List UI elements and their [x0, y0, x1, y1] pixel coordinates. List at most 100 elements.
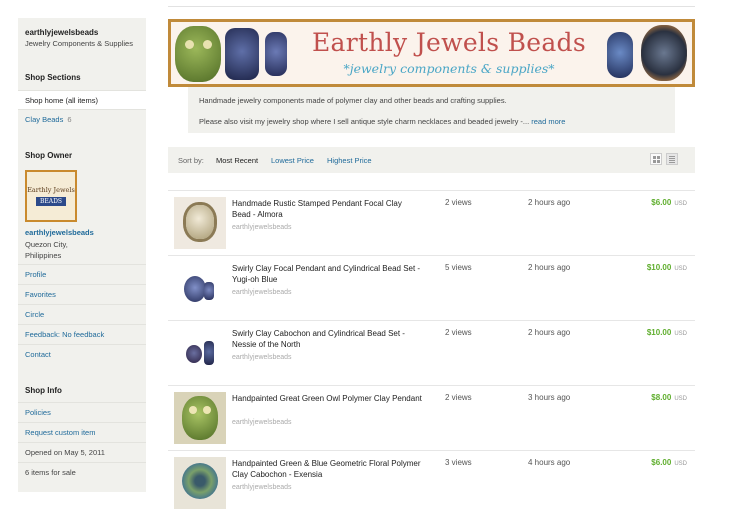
section-shop-home[interactable]: Shop home (all items): [18, 90, 146, 109]
listing-shop: earthlyjewelsbeads: [232, 354, 292, 361]
sort-lowest-price[interactable]: Lowest Price: [271, 156, 314, 165]
price-value: $8.00: [651, 393, 672, 402]
list-view-icon[interactable]: [666, 153, 678, 165]
listing-shop: earthlyjewelsbeads: [232, 484, 292, 491]
listing-time: 2 hours ago: [528, 198, 571, 207]
listing-title[interactable]: Swirly Clay Cabochon and Cylindrical Bea…: [232, 328, 422, 350]
sidebar-item-circle[interactable]: Circle: [18, 304, 146, 323]
price-currency: USD: [674, 396, 687, 402]
listing-thumbnail[interactable]: [174, 327, 226, 379]
feedback-link[interactable]: Feedback: No feedback: [25, 330, 104, 339]
listing-title[interactable]: Handpainted Great Green Owl Polymer Clay…: [232, 393, 422, 404]
listing-shop: earthlyjewelsbeads: [232, 289, 292, 296]
sidebar-item-policies[interactable]: Policies: [18, 402, 146, 421]
opened-text: Opened on May 5, 2011: [25, 448, 105, 457]
banner-inner: Earthly Jewels Beads *jewelry components…: [171, 22, 692, 84]
listing-thumbnail[interactable]: [174, 457, 226, 509]
listing-row[interactable]: Handmade Rustic Stamped Pendant Focal Cl…: [168, 190, 695, 256]
listing-views: 2 views: [445, 198, 472, 207]
avatar-text-top: Earthly Jewels: [27, 185, 75, 194]
price-value: $10.00: [646, 328, 672, 337]
sort-bar: Sort by: Most Recent Lowest Price Highes…: [168, 147, 695, 173]
listing-row[interactable]: Swirly Clay Cabochon and Cylindrical Bea…: [168, 320, 695, 386]
listing-time: 2 hours ago: [528, 263, 571, 272]
items-for-sale: 6 items for sale: [18, 462, 146, 481]
shop-name: earthlyjewelsbeads: [25, 28, 99, 37]
listing-row[interactable]: Swirly Clay Focal Pendant and Cylindrica…: [168, 255, 695, 321]
listing-shop: earthlyjewelsbeads: [232, 224, 292, 231]
shop-sections-title: Shop Sections: [25, 73, 81, 82]
listing-price: $6.00 USD: [651, 198, 687, 207]
listing-price: $8.00 USD: [651, 393, 687, 402]
price-currency: USD: [674, 201, 687, 207]
listing-row[interactable]: Handpainted Great Green Owl Polymer Clay…: [168, 385, 695, 451]
section-label[interactable]: Clay Beads: [25, 115, 63, 124]
listing-price: $6.00 USD: [651, 458, 687, 467]
opened-date: Opened on May 5, 2011: [18, 442, 146, 461]
announcement-line-2: Please also visit my jewelry shop where …: [199, 117, 565, 126]
cabochon-ring-image: [641, 25, 687, 81]
listing-time: 2 hours ago: [528, 328, 571, 337]
shop-description: Jewelry Components & Supplies: [25, 39, 133, 48]
policies-link[interactable]: Policies: [25, 408, 51, 417]
favorites-link[interactable]: Favorites: [25, 290, 56, 299]
listing-thumbnail[interactable]: [174, 262, 226, 314]
read-more-link[interactable]: read more: [531, 117, 565, 126]
request-custom-link[interactable]: Request custom item: [25, 428, 95, 437]
owl-bead-image: [175, 26, 221, 82]
listing-views: 3 views: [445, 458, 472, 467]
sidebar-item-favorites[interactable]: Favorites: [18, 284, 146, 303]
sort-most-recent[interactable]: Most Recent: [216, 156, 258, 165]
sidebar: earthlyjewelsbeads Jewelry Components & …: [18, 18, 146, 492]
sidebar-item-feedback[interactable]: Feedback: No feedback: [18, 324, 146, 343]
owner-location: Quezon City, Philippines: [25, 240, 68, 260]
items-for-sale-text: 6 items for sale: [25, 468, 76, 477]
listing-title[interactable]: Swirly Clay Focal Pendant and Cylindrica…: [232, 263, 422, 285]
listing-price: $10.00 USD: [647, 328, 687, 337]
shop-header: earthlyjewelsbeads Jewelry Components & …: [18, 18, 146, 48]
blue-pendant-image: [225, 28, 259, 80]
section-clay-beads[interactable]: Clay Beads 6: [18, 109, 146, 128]
top-divider: [168, 6, 695, 7]
section-label: Shop home (all items): [25, 96, 98, 105]
sidebar-item-profile[interactable]: Profile: [18, 264, 146, 283]
listing-title[interactable]: Handpainted Green & Blue Geometric Flora…: [232, 458, 422, 480]
contact-link[interactable]: Contact: [25, 350, 51, 359]
price-currency: USD: [674, 331, 687, 337]
announcement-line-2-text: Please also visit my jewelry shop where …: [199, 117, 530, 126]
price-value: $6.00: [651, 198, 672, 207]
listing-row[interactable]: Handpainted Green & Blue Geometric Flora…: [168, 450, 695, 516]
price-value: $10.00: [646, 263, 672, 272]
shop-info-title: Shop Info: [25, 386, 62, 395]
sidebar-item-contact[interactable]: Contact: [18, 344, 146, 363]
listing-views: 2 views: [445, 328, 472, 337]
listing-time: 4 hours ago: [528, 458, 571, 467]
profile-link[interactable]: Profile: [25, 270, 46, 279]
banner-title: Earthly Jewels Beads: [311, 28, 586, 57]
listing-views: 5 views: [445, 263, 472, 272]
shop-announcement: Handmade jewelry components made of poly…: [188, 87, 675, 133]
price-currency: USD: [674, 266, 687, 272]
listing-shop: earthlyjewelsbeads: [232, 419, 292, 426]
announcement-line-1: Handmade jewelry components made of poly…: [199, 96, 507, 105]
section-count: 6: [67, 115, 72, 124]
listing-title[interactable]: Handmade Rustic Stamped Pendant Focal Cl…: [232, 198, 422, 220]
shop-owner-title: Shop Owner: [25, 151, 73, 160]
price-value: $6.00: [651, 458, 672, 467]
sidebar-item-request-custom[interactable]: Request custom item: [18, 422, 146, 441]
listing-thumbnail[interactable]: [174, 392, 226, 444]
listing-views: 2 views: [445, 393, 472, 402]
banner-subtitle: *jewelry components & supplies*: [343, 61, 555, 76]
sort-highest-price[interactable]: Highest Price: [327, 156, 372, 165]
listing-time: 3 hours ago: [528, 393, 571, 402]
listing-thumbnail[interactable]: [174, 197, 226, 249]
blue-bead-image: [607, 32, 633, 78]
shop-banner: Earthly Jewels Beads *jewelry components…: [168, 19, 695, 87]
blue-bead-image: [265, 32, 287, 76]
grid-view-icon[interactable]: [650, 153, 662, 165]
price-currency: USD: [674, 461, 687, 467]
circle-link[interactable]: Circle: [25, 310, 44, 319]
owner-name-link[interactable]: earthlyjewelsbeads: [25, 228, 94, 237]
avatar[interactable]: Earthly Jewels BEADS: [25, 170, 77, 222]
sort-label: Sort by:: [178, 156, 204, 165]
